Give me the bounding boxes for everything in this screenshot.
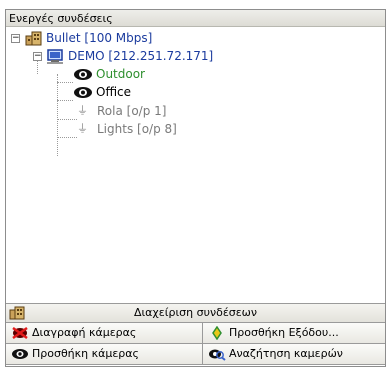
- tree-node-camera[interactable]: Outdoor: [73, 66, 193, 82]
- tree-line: [57, 82, 73, 83]
- connections-tree: − Bullet [100 Mbps] − DEMO [212.251.72.1…: [6, 28, 385, 303]
- tree-line: [57, 119, 77, 120]
- add-camera-button[interactable]: Προσθήκη κάμερας: [6, 344, 203, 365]
- add-output-icon: [212, 326, 222, 340]
- camera-icon: [74, 69, 92, 80]
- tree-line: [57, 74, 58, 156]
- tree-line: [57, 137, 77, 138]
- tree-node-label: Bullet [100 Mbps]: [46, 31, 153, 45]
- delete-camera-button[interactable]: Διαγραφή κάμερας: [6, 323, 203, 344]
- search-cameras-button[interactable]: Αναζήτηση καμερών: [203, 344, 385, 365]
- delete-camera-label: Διαγραφή κάμερας: [32, 326, 137, 339]
- panel-title: Ενεργές συνδέσεις: [6, 10, 385, 27]
- tree-line: [57, 100, 73, 101]
- active-connections-panel: Ενεργές συνδέσεις − Bullet [100 Mbps] −: [5, 9, 386, 367]
- add-output-label: Προσθήκη Εξόδου...: [229, 326, 339, 339]
- tree-node-label: Rola [o/p 1]: [97, 104, 167, 118]
- tree-node-label: Office: [96, 85, 132, 99]
- camera-icon: [74, 87, 92, 98]
- collapse-expander[interactable]: −: [33, 52, 42, 61]
- camera-icon: [12, 349, 28, 359]
- add-output-button[interactable]: Προσθήκη Εξόδου...: [203, 323, 385, 344]
- output-icon: ⏚: [77, 122, 88, 135]
- tree-node-root[interactable]: − Bullet [100 Mbps]: [11, 30, 211, 46]
- search-camera-icon: [209, 349, 226, 361]
- tree-node-output[interactable]: ⏚ Lights [o/p 8]: [77, 121, 217, 137]
- add-camera-label: Προσθήκη κάμερας: [32, 347, 139, 360]
- building-icon: [25, 31, 42, 46]
- tree-node-server[interactable]: − DEMO [212.251.72.171]: [33, 48, 273, 64]
- manage-connections-button[interactable]: Διαχείριση συνδέσεων: [6, 303, 385, 323]
- manage-connections-label: Διαχείριση συνδέσεων: [133, 306, 258, 319]
- tree-node-camera[interactable]: Office: [73, 84, 193, 100]
- collapse-expander[interactable]: −: [11, 34, 20, 43]
- output-icon: ⏚: [77, 104, 88, 117]
- tree-node-label: DEMO [212.251.72.171]: [68, 49, 214, 63]
- computer-icon: [47, 49, 63, 64]
- search-cameras-label: Αναζήτηση καμερών: [229, 347, 343, 360]
- tree-node-label: Lights [o/p 8]: [97, 122, 177, 136]
- tree-node-output[interactable]: ⏚ Rola [o/p 1]: [77, 103, 217, 119]
- delete-camera-icon: [12, 326, 28, 340]
- tree-node-label: Outdoor: [96, 67, 145, 81]
